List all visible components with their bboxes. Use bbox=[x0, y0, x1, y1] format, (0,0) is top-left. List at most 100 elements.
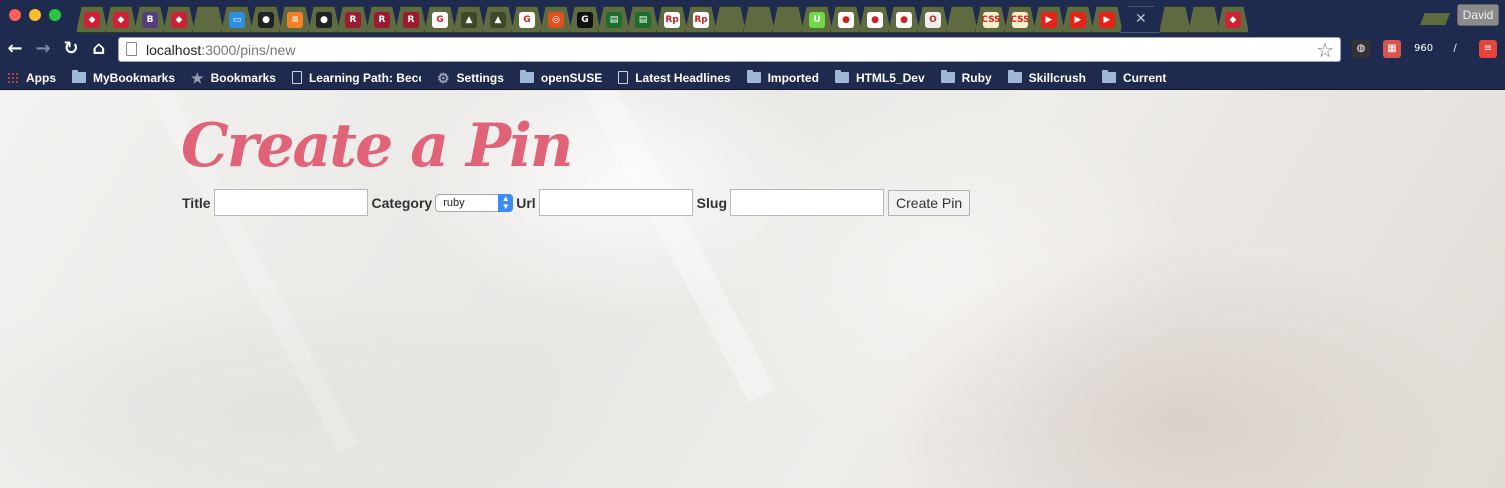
title-label: Title bbox=[182, 194, 211, 211]
browser-tab[interactable]: ◆ bbox=[76, 6, 108, 33]
bookmark-item[interactable]: ⚙ Settings bbox=[437, 71, 504, 85]
blank-page-icon bbox=[751, 12, 767, 28]
browser-tab[interactable]: ◆ bbox=[1217, 6, 1249, 33]
browser-tab[interactable]: R bbox=[366, 6, 398, 33]
panda-icon: ● bbox=[896, 12, 912, 28]
category-select[interactable]: ruby ▲ ▼ bbox=[435, 193, 514, 212]
window-zoom-button[interactable] bbox=[49, 9, 61, 21]
blank-page-icon bbox=[954, 12, 970, 28]
bookmark-item[interactable]: Learning Path: Becon bbox=[291, 70, 421, 85]
upwork-icon: U bbox=[809, 12, 825, 28]
browser-tab[interactable]: ▤ bbox=[627, 6, 659, 33]
forward-arrow-icon[interactable]: → bbox=[33, 39, 53, 59]
browser-tab[interactable]: ● bbox=[250, 6, 282, 33]
browser-tab[interactable]: ▶ bbox=[1091, 6, 1123, 33]
browser-tab[interactable]: ▭ bbox=[221, 6, 253, 33]
browser-tab[interactable]: ▶ bbox=[1062, 6, 1094, 33]
github-icon: ● bbox=[258, 12, 274, 28]
window-close-button[interactable] bbox=[9, 9, 21, 21]
railscasts-icon: R bbox=[345, 12, 361, 28]
bootstrap-icon: B bbox=[142, 12, 158, 28]
browser-tab[interactable]: ▲ bbox=[453, 6, 485, 33]
ruby-gem-icon: ◆ bbox=[1225, 12, 1241, 28]
browser-tab[interactable]: G bbox=[424, 6, 456, 33]
profile-button[interactable]: David bbox=[1457, 4, 1499, 26]
browser-tab[interactable]: B bbox=[134, 6, 166, 33]
browser-tab[interactable]: Rp bbox=[656, 6, 688, 33]
google-icon: G bbox=[519, 12, 535, 28]
bookmark-item[interactable]: MyBookmarks bbox=[72, 70, 175, 85]
color-picker-extension-icon[interactable]: ∕ bbox=[1446, 40, 1464, 58]
browser-tab[interactable]: CSS bbox=[975, 6, 1007, 33]
bookmark-item[interactable]: ★ Bookmarks bbox=[191, 71, 276, 85]
youtube-icon: ▶ bbox=[1099, 12, 1115, 28]
menu-extension-icon[interactable]: ≡ bbox=[1479, 40, 1497, 58]
slug-input[interactable] bbox=[730, 189, 885, 216]
tab-close-icon[interactable]: ✕ bbox=[1135, 10, 1147, 27]
960-grid-extension-icon[interactable]: 960 bbox=[1414, 40, 1433, 58]
browser-tab[interactable]: G bbox=[511, 6, 543, 33]
browser-tab[interactable]: R bbox=[337, 6, 369, 33]
youtube-icon: ▶ bbox=[1041, 12, 1057, 28]
browser-tab[interactable]: R bbox=[395, 6, 427, 33]
browser-tab[interactable]: ✕ bbox=[1120, 6, 1162, 33]
browser-tab[interactable] bbox=[946, 6, 978, 33]
browser-tab[interactable] bbox=[743, 6, 775, 33]
browser-tab[interactable]: ● bbox=[308, 6, 340, 33]
bookmark-item[interactable]: Current bbox=[1101, 70, 1167, 85]
folder-icon bbox=[940, 70, 955, 83]
browser-tab[interactable]: G bbox=[569, 6, 601, 33]
browser-tab[interactable]: ▤ bbox=[598, 6, 630, 33]
bookmark-label: Ruby bbox=[961, 70, 992, 85]
create-pin-button[interactable]: Create Pin bbox=[888, 189, 971, 216]
bookmark-item[interactable]: Ruby bbox=[940, 70, 992, 85]
film-extension-icon[interactable]: ▦ bbox=[1383, 40, 1401, 58]
back-arrow-icon[interactable]: ← bbox=[5, 39, 25, 59]
browser-tab[interactable] bbox=[772, 6, 804, 33]
url-input[interactable] bbox=[538, 189, 693, 216]
ruby-gem-icon: ◆ bbox=[171, 12, 187, 28]
browser-tab[interactable] bbox=[1159, 6, 1191, 33]
browser-tab[interactable] bbox=[192, 6, 224, 33]
page-title: Create a Pin bbox=[181, 111, 573, 181]
bookmark-item[interactable]: Skillcrush bbox=[1007, 70, 1086, 85]
browser-tab[interactable]: ● bbox=[859, 6, 891, 33]
browser-tab[interactable]: ◆ bbox=[105, 6, 137, 33]
browser-tab[interactable]: Rp bbox=[685, 6, 717, 33]
browser-tab[interactable]: U bbox=[801, 6, 833, 33]
bookmark-item[interactable]: Latest Headlines bbox=[618, 71, 731, 85]
bookmark-item[interactable]: Imported bbox=[746, 70, 819, 85]
title-input[interactable] bbox=[213, 189, 368, 216]
tab-list: ◆ ◆ B ◆ ▭ ● ≡ ● R R R G ▲ ▲ G ◎ G ▤ ▤ Rp Rp U ● ● ● O CSS CSS ▶ ▶ ▶ ✕ ◆ bbox=[76, 6, 1249, 33]
category-selected-value: ruby bbox=[443, 196, 465, 209]
browser-tab[interactable]: ● bbox=[830, 6, 862, 33]
address-bar[interactable]: localhost:3000/pins/new ☆ bbox=[118, 37, 1341, 62]
bookmark-label: Current bbox=[1122, 70, 1167, 85]
bookmark-label: Learning Path: Becon bbox=[308, 70, 421, 85]
browser-tab[interactable] bbox=[1188, 6, 1220, 33]
reload-icon[interactable]: ↻ bbox=[61, 39, 81, 59]
spy-extension-icon[interactable]: ◍ bbox=[1352, 40, 1370, 58]
css-icon: CSS bbox=[981, 12, 1001, 28]
browser-tab[interactable] bbox=[714, 6, 746, 33]
browser-tab[interactable]: O bbox=[917, 6, 949, 33]
browser-tab[interactable]: CSS bbox=[1004, 6, 1036, 33]
folder-icon bbox=[1101, 70, 1116, 83]
bookmark-item[interactable]: HTML5_Dev bbox=[834, 70, 925, 85]
new-tab-button[interactable] bbox=[1420, 13, 1450, 25]
github-icon: ● bbox=[316, 12, 332, 28]
browser-tab[interactable]: ▲ bbox=[482, 6, 514, 33]
url-text[interactable]: localhost:3000/pins/new bbox=[146, 42, 295, 58]
window-minimize-button[interactable] bbox=[29, 9, 41, 21]
bookmark-label: Settings bbox=[456, 70, 504, 85]
bookmark-star-icon[interactable]: ☆ bbox=[1316, 38, 1334, 63]
bookmark-item[interactable]: Apps bbox=[7, 71, 56, 85]
youtube-icon: ▶ bbox=[1070, 12, 1086, 28]
home-icon[interactable]: ⌂ bbox=[89, 39, 109, 59]
browser-tab[interactable]: ● bbox=[888, 6, 920, 33]
browser-tab[interactable]: ▶ bbox=[1033, 6, 1065, 33]
bookmark-item[interactable]: openSUSE bbox=[519, 70, 602, 85]
browser-tab[interactable]: ◎ bbox=[540, 6, 572, 33]
browser-tab[interactable]: ≡ bbox=[279, 6, 311, 33]
browser-tab[interactable]: ◆ bbox=[163, 6, 195, 33]
